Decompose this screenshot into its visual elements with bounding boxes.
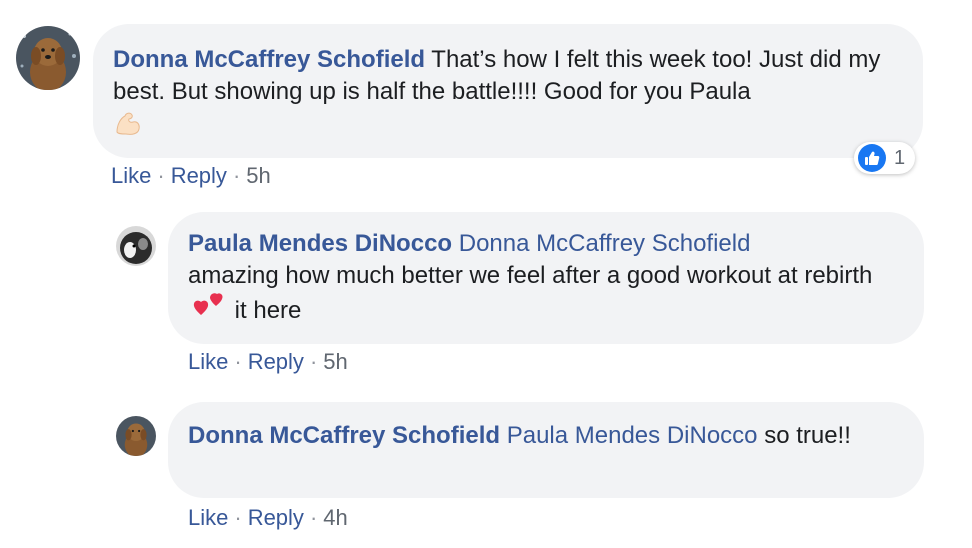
avatar-paula[interactable] xyxy=(116,226,156,266)
comment-author[interactable]: Paula Mendes DiNocco xyxy=(188,230,452,257)
comment-bubble: Donna McCaffrey Schofield Paula Mendes D… xyxy=(168,402,924,498)
mention-link[interactable]: Paula Mendes DiNocco xyxy=(507,422,758,449)
comment-author[interactable]: Donna McCaffrey Schofield xyxy=(113,46,425,73)
timestamp[interactable]: 5h xyxy=(246,163,270,188)
mention-link[interactable]: Donna McCaffrey Schofield xyxy=(459,230,751,257)
timestamp[interactable]: 4h xyxy=(323,505,347,530)
comment-text: so true!! xyxy=(764,422,851,449)
like-icon xyxy=(858,144,886,172)
avatar-donna[interactable] xyxy=(116,416,156,456)
two-hearts-emoji xyxy=(192,288,224,327)
comment-actions: Like · Reply · 5h xyxy=(111,163,271,188)
reply-link[interactable]: Reply xyxy=(248,505,304,530)
comment-author[interactable]: Donna McCaffrey Schofield xyxy=(188,422,500,449)
reaction-count: 1 xyxy=(894,146,906,169)
like-link[interactable]: Like xyxy=(188,505,228,530)
flexed-biceps-emoji xyxy=(113,108,143,147)
reaction-summary[interactable]: 1 xyxy=(854,142,916,174)
comment-actions: Like · Reply · 4h xyxy=(188,505,348,530)
comment-actions: Like · Reply · 5h xyxy=(188,349,348,374)
avatar-donna[interactable] xyxy=(16,26,80,90)
comment-bubble: Paula Mendes DiNocco Donna McCaffrey Sch… xyxy=(168,212,924,344)
reply-link[interactable]: Reply xyxy=(248,349,304,374)
reply-link[interactable]: Reply xyxy=(171,163,227,188)
comment-text: amazing how much better we feel after a … xyxy=(188,262,873,289)
timestamp[interactable]: 5h xyxy=(323,349,347,374)
comment-text-end: it here xyxy=(234,296,302,324)
like-link[interactable]: Like xyxy=(188,349,228,374)
like-link[interactable]: Like xyxy=(111,163,151,188)
comment-bubble: Donna McCaffrey Schofield That’s how I f… xyxy=(93,24,923,158)
